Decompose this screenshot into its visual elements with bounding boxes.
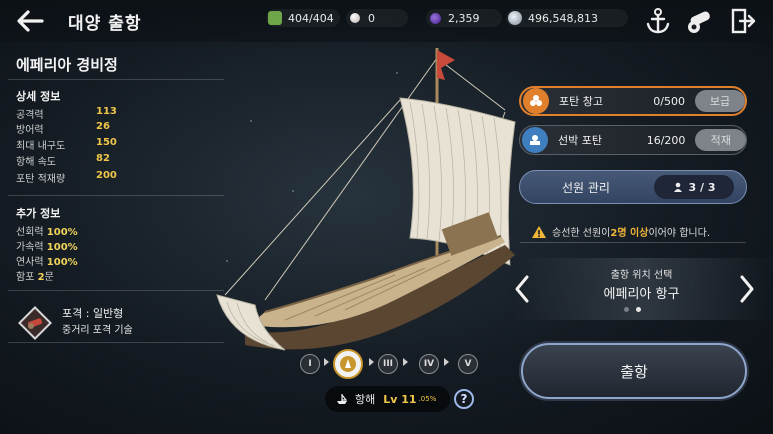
silver-icon (508, 11, 522, 25)
page-dot (624, 307, 629, 312)
sailing-skill-icon (340, 356, 356, 372)
cannon-type: 포격 : 일반형 (62, 307, 124, 320)
tier-2-button-active[interactable] (333, 349, 363, 379)
extra-info-title: 추가 정보 (16, 207, 61, 220)
extra-turning: 선회력 100% (16, 227, 78, 238)
tier-3-button[interactable]: III (378, 354, 398, 374)
extra-cannons: 함포 2문 (16, 272, 54, 283)
tier-4-button[interactable]: IV (419, 354, 439, 374)
port-next-button[interactable] (737, 272, 757, 306)
ship-illustration (216, 48, 516, 351)
page-dot-active (636, 307, 641, 312)
ship-cannonball-icon (522, 127, 548, 153)
warning-icon (532, 225, 546, 238)
resource-crystal: 2,359 (426, 9, 502, 27)
stat-cannon-capacity: 포탄 적재량 200 (16, 170, 117, 185)
cannon-icon (688, 11, 710, 33)
back-arrow-icon (17, 10, 44, 32)
ship-icon (337, 394, 348, 404)
port-name: 에페리아 항구 (603, 287, 680, 302)
flag (437, 50, 455, 80)
sailing-level: 항해 Lv 11 .05% (325, 386, 450, 412)
ship-name: 에페리아 경비정 (16, 56, 118, 74)
tier-arrow-icon (324, 358, 329, 366)
anchor-icon (646, 8, 670, 34)
exit-button[interactable] (728, 6, 758, 36)
cannonball-icon (523, 88, 549, 114)
chevron-right-icon (740, 275, 754, 303)
cannon-skill-icon[interactable] (18, 306, 52, 340)
stat-durability: 최대 내구도 150 (16, 137, 117, 152)
supply-button[interactable]: 보급 (694, 90, 745, 112)
extra-fire-rate: 연사력 100% (16, 257, 78, 268)
person-icon (673, 182, 682, 192)
divider (8, 79, 224, 80)
help-button[interactable]: ? (454, 389, 474, 409)
depart-button[interactable]: 출항 (521, 343, 747, 399)
stat-defense: 방어력 26 (16, 121, 110, 136)
chevron-left-icon (515, 275, 529, 303)
anchor-button[interactable] (643, 6, 673, 36)
page-title: 대양 출항 (68, 14, 142, 34)
crystal-icon (430, 12, 441, 24)
stat-speed: 항해 속도 82 (16, 153, 110, 168)
port-select-label: 출항 위치 선택 (610, 270, 673, 281)
back-button[interactable] (14, 6, 46, 36)
rigging-line (436, 57, 506, 111)
tier-arrow-icon (403, 358, 408, 366)
resource-pearl: 0 (346, 9, 408, 27)
divider (520, 242, 746, 243)
port-prev-button[interactable] (512, 272, 532, 306)
tier-1-button[interactable]: I (300, 354, 320, 374)
tier-arrow-icon (444, 358, 449, 366)
hull (245, 212, 515, 350)
crew-warning: 승선한 선원이 2명 이상 이어야 합니다. (532, 224, 710, 239)
cannon-button[interactable] (684, 6, 714, 36)
cannon-storage-row: 포탄 창고 0/500 보급 (519, 86, 747, 116)
exit-icon (731, 8, 756, 34)
rigging-line (224, 99, 401, 296)
load-button[interactable]: 적재 (695, 129, 746, 151)
ship-cannon-row: 선박 포탄 16/200 적재 (519, 125, 747, 155)
stat-attack: 공격력 113 (16, 106, 117, 121)
resource-sailor: 404/404 (266, 9, 340, 27)
divider (8, 342, 224, 343)
sailor-icon (268, 11, 282, 25)
crew-count: 3 / 3 (654, 175, 734, 199)
resource-silver: 496,548,813 (506, 9, 628, 27)
crew-management-button[interactable]: 선원 관리 3 / 3 (519, 170, 747, 204)
cannon-skill-label: 중거리 포격 기술 (62, 325, 133, 336)
divider (8, 195, 224, 196)
divider (8, 290, 224, 291)
extra-acceleration: 가속력 100% (16, 242, 78, 253)
tier-5-button[interactable]: V (458, 354, 478, 374)
pearl-icon (350, 13, 360, 23)
detail-info-title: 상세 정보 (16, 90, 61, 103)
tier-arrow-icon (369, 358, 374, 366)
